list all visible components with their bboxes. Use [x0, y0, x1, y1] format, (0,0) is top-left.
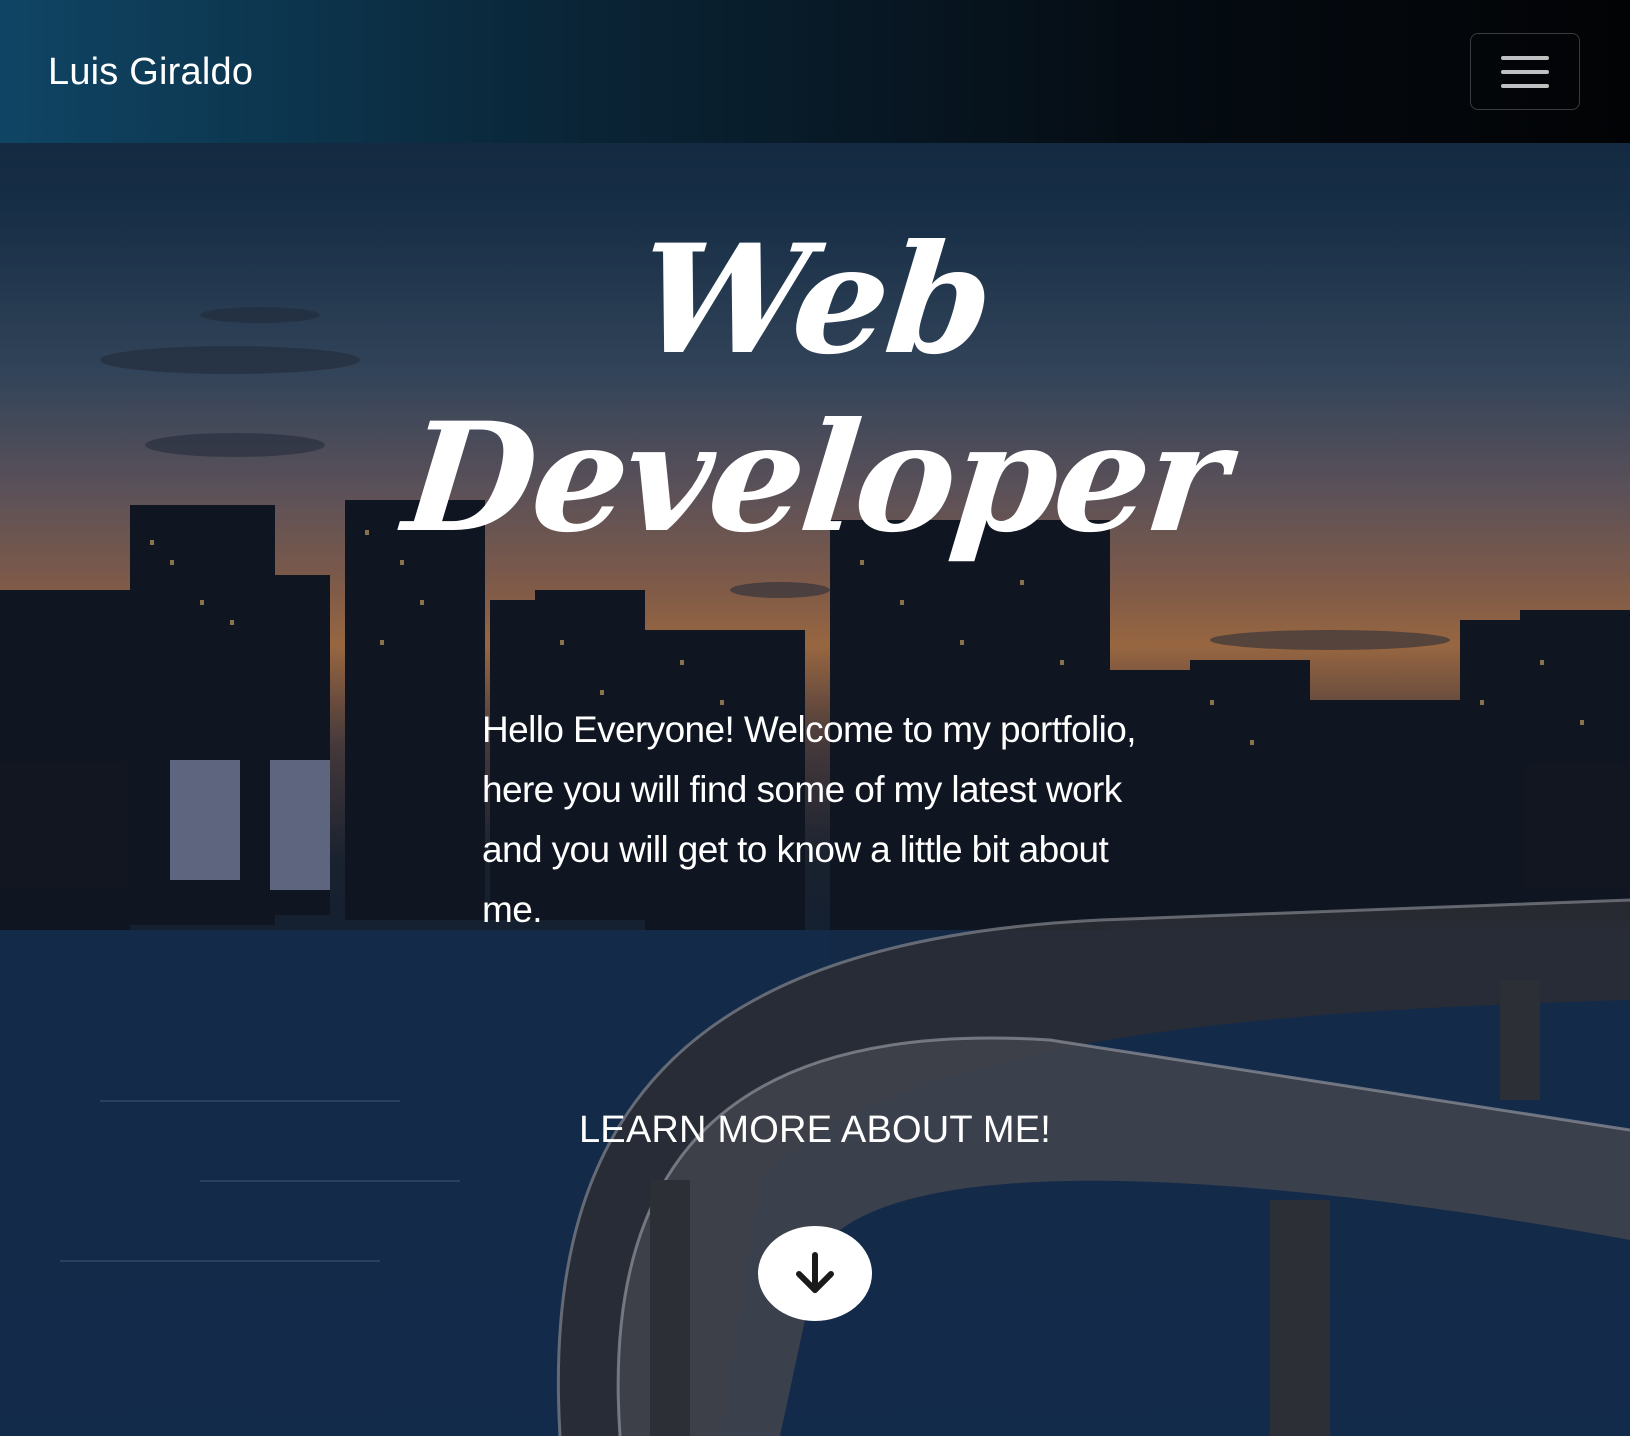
hero-title-line-2: Developer	[397, 390, 1233, 566]
hero-title-line-1: Web	[630, 212, 1000, 388]
navbar: Luis Giraldo	[0, 0, 1630, 143]
intro-paragraph: Hello Everyone! Welcome to my portfolio,…	[482, 709, 1137, 930]
brand-link[interactable]: Luis Giraldo	[48, 44, 253, 100]
learn-more-link[interactable]: LEARN MORE ABOUT ME!	[0, 1100, 1630, 1160]
scroll-down-button[interactable]	[758, 1226, 872, 1321]
navbar-toggle-button[interactable]	[1470, 33, 1580, 110]
arrow-down-icon	[796, 1252, 834, 1293]
page: Luis Giraldo Web Developer Hello Everyon…	[0, 0, 1630, 1436]
